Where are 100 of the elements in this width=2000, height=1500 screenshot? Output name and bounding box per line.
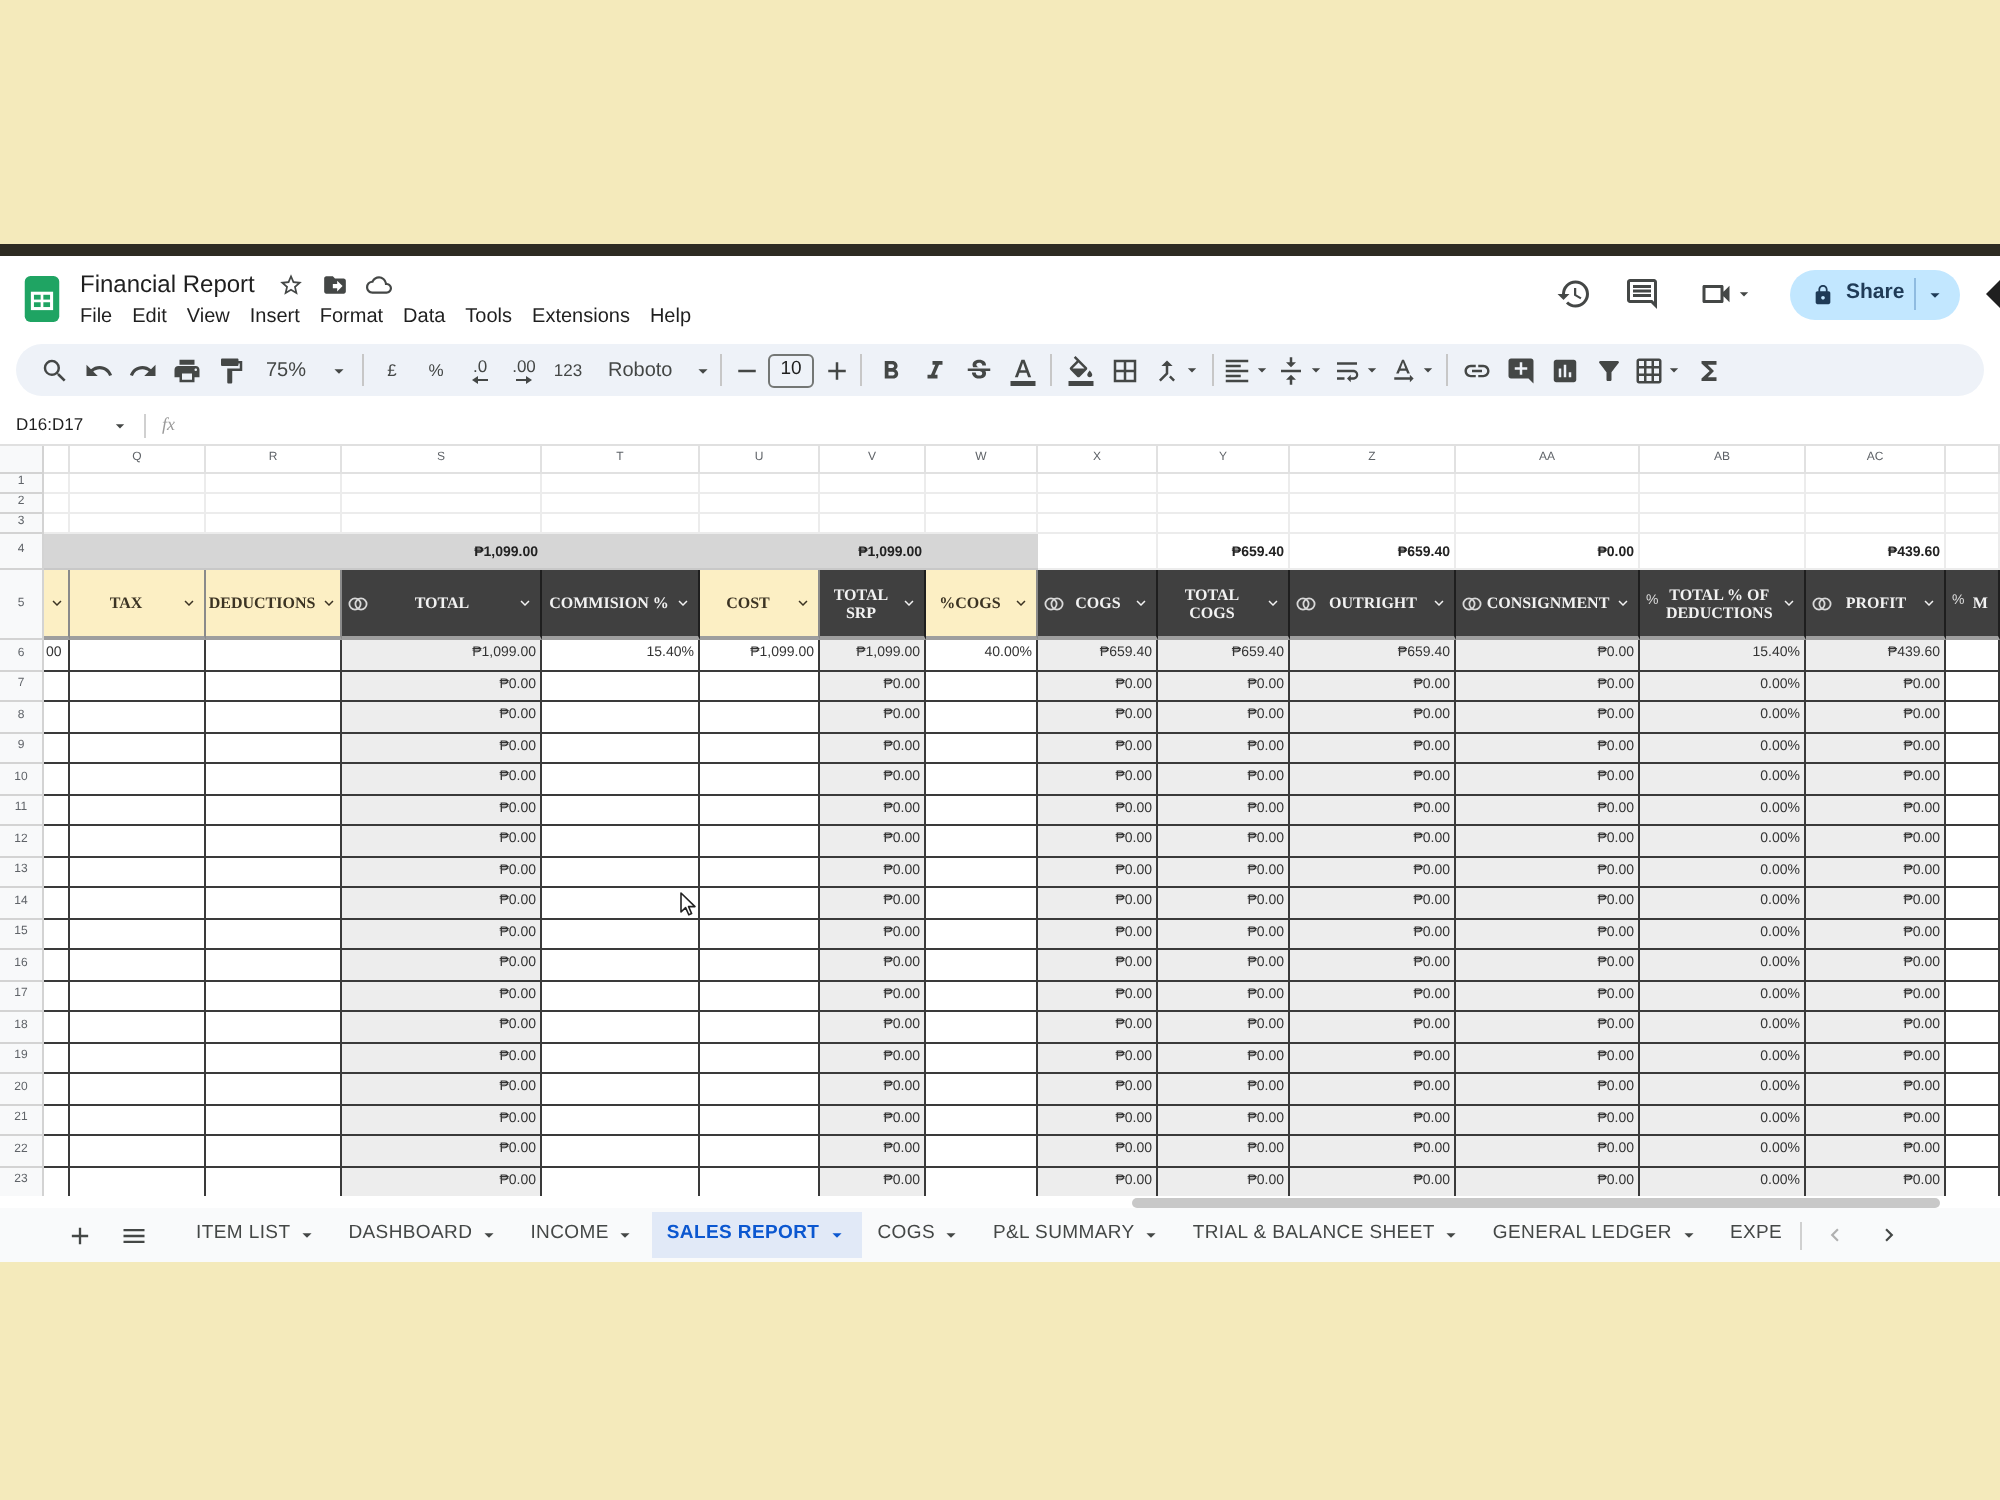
grid-icon[interactable]: [1633, 355, 1663, 385]
caret-icon[interactable]: [1132, 594, 1150, 612]
circles-icon: [1812, 595, 1832, 611]
menu-item[interactable]: Tools: [465, 301, 513, 331]
number-format-button[interactable]: .00: [502, 350, 546, 390]
header-label: %COGS: [937, 594, 1003, 612]
caret-icon[interactable]: [1012, 594, 1030, 612]
paint-bucket-icon[interactable]: [1065, 355, 1095, 385]
number-format-button[interactable]: £: [370, 350, 414, 390]
header-label: DEDUCTIONS: [208, 594, 316, 612]
table-cell: [70, 474, 206, 494]
circles-icon: [1462, 595, 1482, 611]
triangle-icon[interactable]: [1986, 280, 2000, 308]
menu-item[interactable]: Format: [319, 301, 384, 331]
sheet-tab[interactable]: COGS: [863, 1212, 977, 1258]
number-format-button[interactable]: .0: [458, 350, 502, 390]
sheet-tab[interactable]: P&L SUMMARY: [978, 1212, 1177, 1258]
paint-roller-icon[interactable]: [215, 355, 245, 385]
history-icon[interactable]: [1556, 276, 1592, 312]
corner-cell[interactable]: [0, 446, 44, 474]
table-cell: [206, 474, 342, 494]
star-icon[interactable]: [278, 271, 305, 297]
add-comment-icon[interactable]: [1505, 355, 1535, 385]
circles-icon: [348, 595, 368, 611]
table-cell: [1806, 474, 1946, 494]
search-icon[interactable]: [39, 355, 69, 385]
fx-label: fx: [162, 411, 175, 438]
table-cell: [1946, 474, 2000, 494]
caret-icon[interactable]: [516, 594, 534, 612]
table-cell: [1038, 474, 1158, 494]
sheet-tab[interactable]: TRIAL & BALANCE SHEET: [1178, 1212, 1477, 1258]
caret-icon[interactable]: [1614, 594, 1632, 612]
caret-icon[interactable]: [794, 594, 812, 612]
lock-icon: [1812, 283, 1834, 305]
font-size-field[interactable]: 10: [768, 353, 814, 387]
menu-item[interactable]: Insert: [249, 301, 300, 331]
number-format-button[interactable]: 123: [546, 350, 590, 390]
header-label: TOTAL: [412, 594, 472, 612]
header-label: CONSIGNMENT: [1486, 594, 1610, 612]
cloud-icon[interactable]: [366, 271, 393, 297]
header-label: TOTAL % OF DEDUCTIONS: [1663, 585, 1775, 621]
chart-icon[interactable]: [1549, 355, 1579, 385]
circles-icon: [1044, 595, 1064, 611]
caret-icon[interactable]: [1780, 594, 1798, 612]
sheet-tab[interactable]: DASHBOARD: [334, 1212, 515, 1258]
sheet-tab[interactable]: GENERAL LEDGER: [1478, 1212, 1714, 1258]
spreadsheet-logo-icon[interactable]: [24, 276, 60, 322]
caret-icon[interactable]: [180, 594, 198, 612]
caret-icon[interactable]: [1920, 594, 1938, 612]
document-title[interactable]: Financial Report: [80, 266, 255, 302]
sheet-tab[interactable]: INCOME: [516, 1212, 651, 1258]
mouse-pointer-icon: [680, 892, 696, 916]
arrow-left-icon: [472, 375, 488, 383]
vertical-align-icon[interactable]: [1275, 355, 1305, 385]
align-left-icon[interactable]: [1221, 355, 1251, 385]
caret-icon[interactable]: [47, 594, 65, 612]
arrow-right-icon: [516, 375, 532, 383]
name-box[interactable]: D16:D17: [16, 412, 130, 438]
caret-icon[interactable]: [1430, 594, 1448, 612]
borders-icon[interactable]: [1109, 355, 1139, 385]
table-cell: [44, 474, 70, 494]
header-label: COMMISION %: [548, 594, 670, 612]
table-cell: [820, 474, 926, 494]
header-label: COST: [724, 594, 772, 612]
header-label: COGS: [1073, 594, 1123, 612]
folder-icon[interactable]: [322, 271, 349, 297]
table-cell: [1158, 474, 1290, 494]
sheet-tab[interactable]: SALES REPORT: [652, 1212, 862, 1258]
print-icon[interactable]: [171, 355, 201, 385]
filter-icon[interactable]: [1593, 355, 1623, 385]
caret-icon[interactable]: [674, 594, 692, 612]
caret-icon[interactable]: [1264, 594, 1282, 612]
caret-icon[interactable]: [900, 594, 918, 612]
number-format-button[interactable]: %: [414, 350, 458, 390]
table-cell: [1038, 514, 1158, 534]
circles-icon: [1296, 595, 1316, 611]
menu-item[interactable]: Edit: [132, 301, 167, 331]
header-label: OUTRIGHT: [1326, 594, 1419, 612]
header-label: TOTAL COGS: [1182, 585, 1242, 621]
menu-item[interactable]: File: [80, 301, 113, 331]
text-color-icon[interactable]: [1007, 355, 1037, 385]
table-cell: [700, 474, 820, 494]
header-label: TAX: [107, 594, 145, 612]
sheet-tab[interactable]: EXPE: [1715, 1212, 1797, 1258]
font-dropdown[interactable]: Roboto: [590, 350, 714, 390]
menu-item[interactable]: Data: [403, 301, 446, 331]
zoom-dropdown[interactable]: 75%: [252, 350, 356, 390]
header-label: TOTAL SRP: [831, 585, 891, 621]
menu-item[interactable]: View: [186, 301, 230, 331]
caret-icon[interactable]: [319, 594, 338, 612]
header-label: M: [1970, 594, 1990, 612]
menu-item[interactable]: Help: [649, 301, 692, 331]
sheet-tab[interactable]: ITEM LIST: [182, 1212, 333, 1258]
header-label: PROFIT: [1843, 594, 1909, 612]
share-button[interactable]: Share: [1790, 269, 1960, 319]
comment-icon[interactable]: [1624, 276, 1660, 312]
scrollbar-thumb[interactable]: [1132, 1197, 1940, 1207]
table-cell: [926, 474, 1038, 494]
menu-item[interactable]: Extensions: [532, 301, 630, 331]
table-cell: [44, 494, 70, 514]
